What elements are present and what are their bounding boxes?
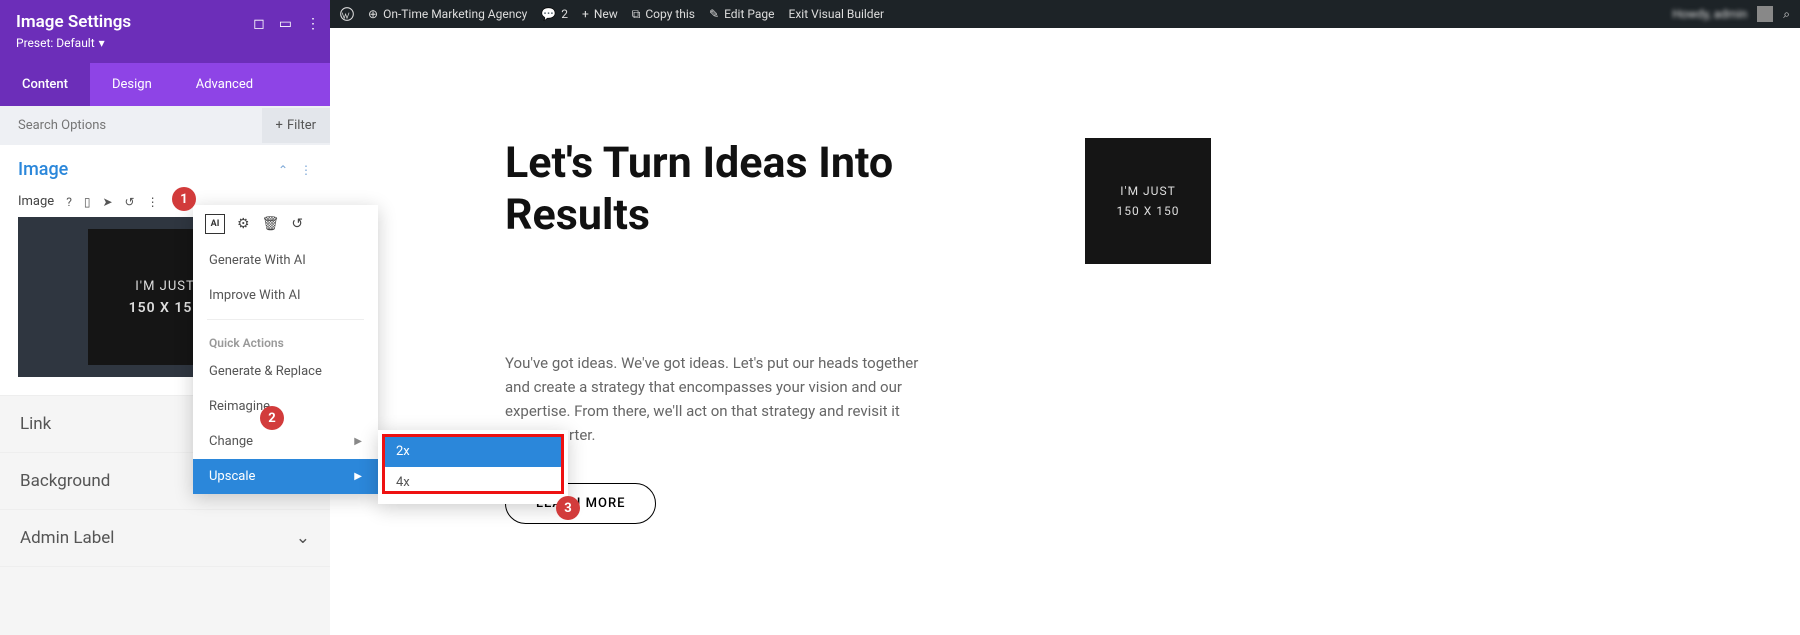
thumb-line2: 150 X 150 bbox=[129, 300, 202, 316]
page-content: Let's Turn Ideas Into Results You've got… bbox=[330, 28, 1800, 635]
annotation-badge-3: 3 bbox=[556, 496, 580, 520]
hero-img-line1: I'M JUST bbox=[1120, 184, 1176, 198]
wp-copy[interactable]: ⧉ Copy this bbox=[632, 7, 695, 22]
help-icon[interactable]: ? bbox=[66, 195, 72, 209]
chevron-down-icon: ⌄ bbox=[296, 528, 310, 548]
wp-user-greeting[interactable]: Howdy, admin bbox=[1672, 7, 1747, 21]
image-section-title: Image bbox=[18, 159, 68, 180]
ai-icon[interactable]: AI bbox=[205, 214, 225, 234]
tab-design[interactable]: Design bbox=[90, 63, 174, 106]
wp-edit-page[interactable]: ✎ Edit Page bbox=[709, 7, 775, 21]
wp-logo[interactable] bbox=[340, 7, 354, 21]
upscale-4x[interactable]: 4x bbox=[384, 467, 562, 498]
trash-icon[interactable]: 🗑 bbox=[262, 216, 280, 232]
link-label: Link bbox=[20, 414, 51, 434]
chevron-down-icon: ▾ bbox=[99, 36, 105, 50]
wp-edit-label: Edit Page bbox=[724, 7, 774, 21]
expand-icon[interactable]: ▭ bbox=[279, 16, 292, 32]
admin-label-accordion[interactable]: Admin Label ⌄ bbox=[0, 510, 330, 567]
dashboard-icon: ⊕ bbox=[368, 7, 378, 21]
hover-icon[interactable]: ➤ bbox=[102, 195, 112, 209]
tab-advanced[interactable]: Advanced bbox=[174, 63, 275, 106]
collapse-icon[interactable]: ⌃ bbox=[278, 163, 288, 177]
upscale-submenu: 2x 4x bbox=[378, 430, 568, 504]
chevron-right-icon: ▶ bbox=[354, 471, 362, 482]
copy-icon: ⧉ bbox=[632, 7, 641, 22]
admin-label-text: Admin Label bbox=[20, 528, 114, 548]
field-more-icon[interactable]: ⋮ bbox=[147, 195, 159, 209]
chevron-right-icon: ▶ bbox=[354, 436, 362, 447]
plus-icon: + bbox=[582, 7, 589, 21]
settings-tabs: Content Design Advanced bbox=[0, 63, 330, 106]
hero-img-line2: 150 X 150 bbox=[1117, 204, 1180, 218]
menu-generate-replace[interactable]: Generate & Replace bbox=[193, 354, 378, 389]
preset-selector[interactable]: Preset: Default ▾ bbox=[16, 36, 105, 50]
image-field-label: Image bbox=[18, 194, 54, 209]
menu-upscale-label: Upscale bbox=[209, 469, 255, 484]
responsive-icon[interactable]: ◻ bbox=[253, 16, 265, 32]
annotation-badge-2: 2 bbox=[260, 406, 284, 430]
background-label: Background bbox=[20, 471, 110, 491]
wp-comments[interactable]: 💬 2 bbox=[541, 7, 568, 21]
search-icon[interactable]: ⌕ bbox=[1783, 7, 1790, 22]
filter-button[interactable]: + Filter bbox=[262, 108, 330, 143]
wp-new-label: New bbox=[594, 7, 618, 21]
wp-copy-label: Copy this bbox=[645, 7, 695, 21]
search-row: + Filter bbox=[0, 106, 330, 145]
tab-content[interactable]: Content bbox=[0, 63, 90, 106]
menu-reimagine[interactable]: Reimagine bbox=[193, 389, 378, 424]
tablet-icon[interactable]: ▯ bbox=[84, 195, 91, 209]
pencil-icon: ✎ bbox=[709, 7, 719, 21]
hero-image-placeholder[interactable]: I'M JUST 150 X 150 bbox=[1085, 138, 1211, 264]
hero-heading: Let's Turn Ideas Into Results bbox=[505, 138, 945, 241]
search-input[interactable] bbox=[0, 106, 262, 145]
avatar[interactable] bbox=[1757, 6, 1773, 22]
undo-icon[interactable]: ↺ bbox=[291, 216, 303, 232]
menu-change-label: Change bbox=[209, 434, 253, 449]
annotation-badge-1: 1 bbox=[172, 187, 196, 211]
wp-comments-count: 2 bbox=[561, 7, 568, 21]
wp-site-link[interactable]: ⊕ On-Time Marketing Agency bbox=[368, 7, 527, 21]
wp-new[interactable]: + New bbox=[582, 7, 618, 21]
menu-generate-ai[interactable]: Generate With AI bbox=[193, 243, 378, 278]
plus-icon: + bbox=[276, 118, 283, 133]
gear-icon[interactable]: ⚙ bbox=[237, 216, 250, 232]
ai-dropdown: AI ⚙ 🗑 ↺ Generate With AI Improve With A… bbox=[193, 205, 378, 494]
wp-admin-bar: ⊕ On-Time Marketing Agency 💬 2 + New ⧉ C… bbox=[330, 0, 1800, 28]
section-more-icon[interactable]: ⋮ bbox=[300, 163, 312, 177]
menu-change[interactable]: Change ▶ bbox=[193, 424, 378, 459]
quick-actions-header: Quick Actions bbox=[193, 326, 378, 354]
thumb-line1: I'M JUST bbox=[135, 279, 194, 294]
preset-label: Preset: Default bbox=[16, 36, 95, 50]
sidebar-header: Image Settings Preset: Default ▾ ◻ ▭ ⋮ bbox=[0, 0, 330, 63]
reset-icon[interactable]: ↺ bbox=[125, 195, 135, 209]
menu-improve-ai[interactable]: Improve With AI bbox=[193, 278, 378, 313]
menu-upscale[interactable]: Upscale ▶ bbox=[193, 459, 378, 494]
comment-icon: 💬 bbox=[541, 7, 556, 21]
upscale-2x[interactable]: 2x bbox=[384, 436, 562, 467]
wp-site-name: On-Time Marketing Agency bbox=[383, 7, 527, 21]
more-icon[interactable]: ⋮ bbox=[306, 16, 320, 32]
filter-label: Filter bbox=[287, 118, 316, 133]
hero-paragraph: You've got ideas. We've got ideas. Let's… bbox=[505, 351, 925, 447]
wp-exit-builder[interactable]: Exit Visual Builder bbox=[789, 7, 885, 21]
